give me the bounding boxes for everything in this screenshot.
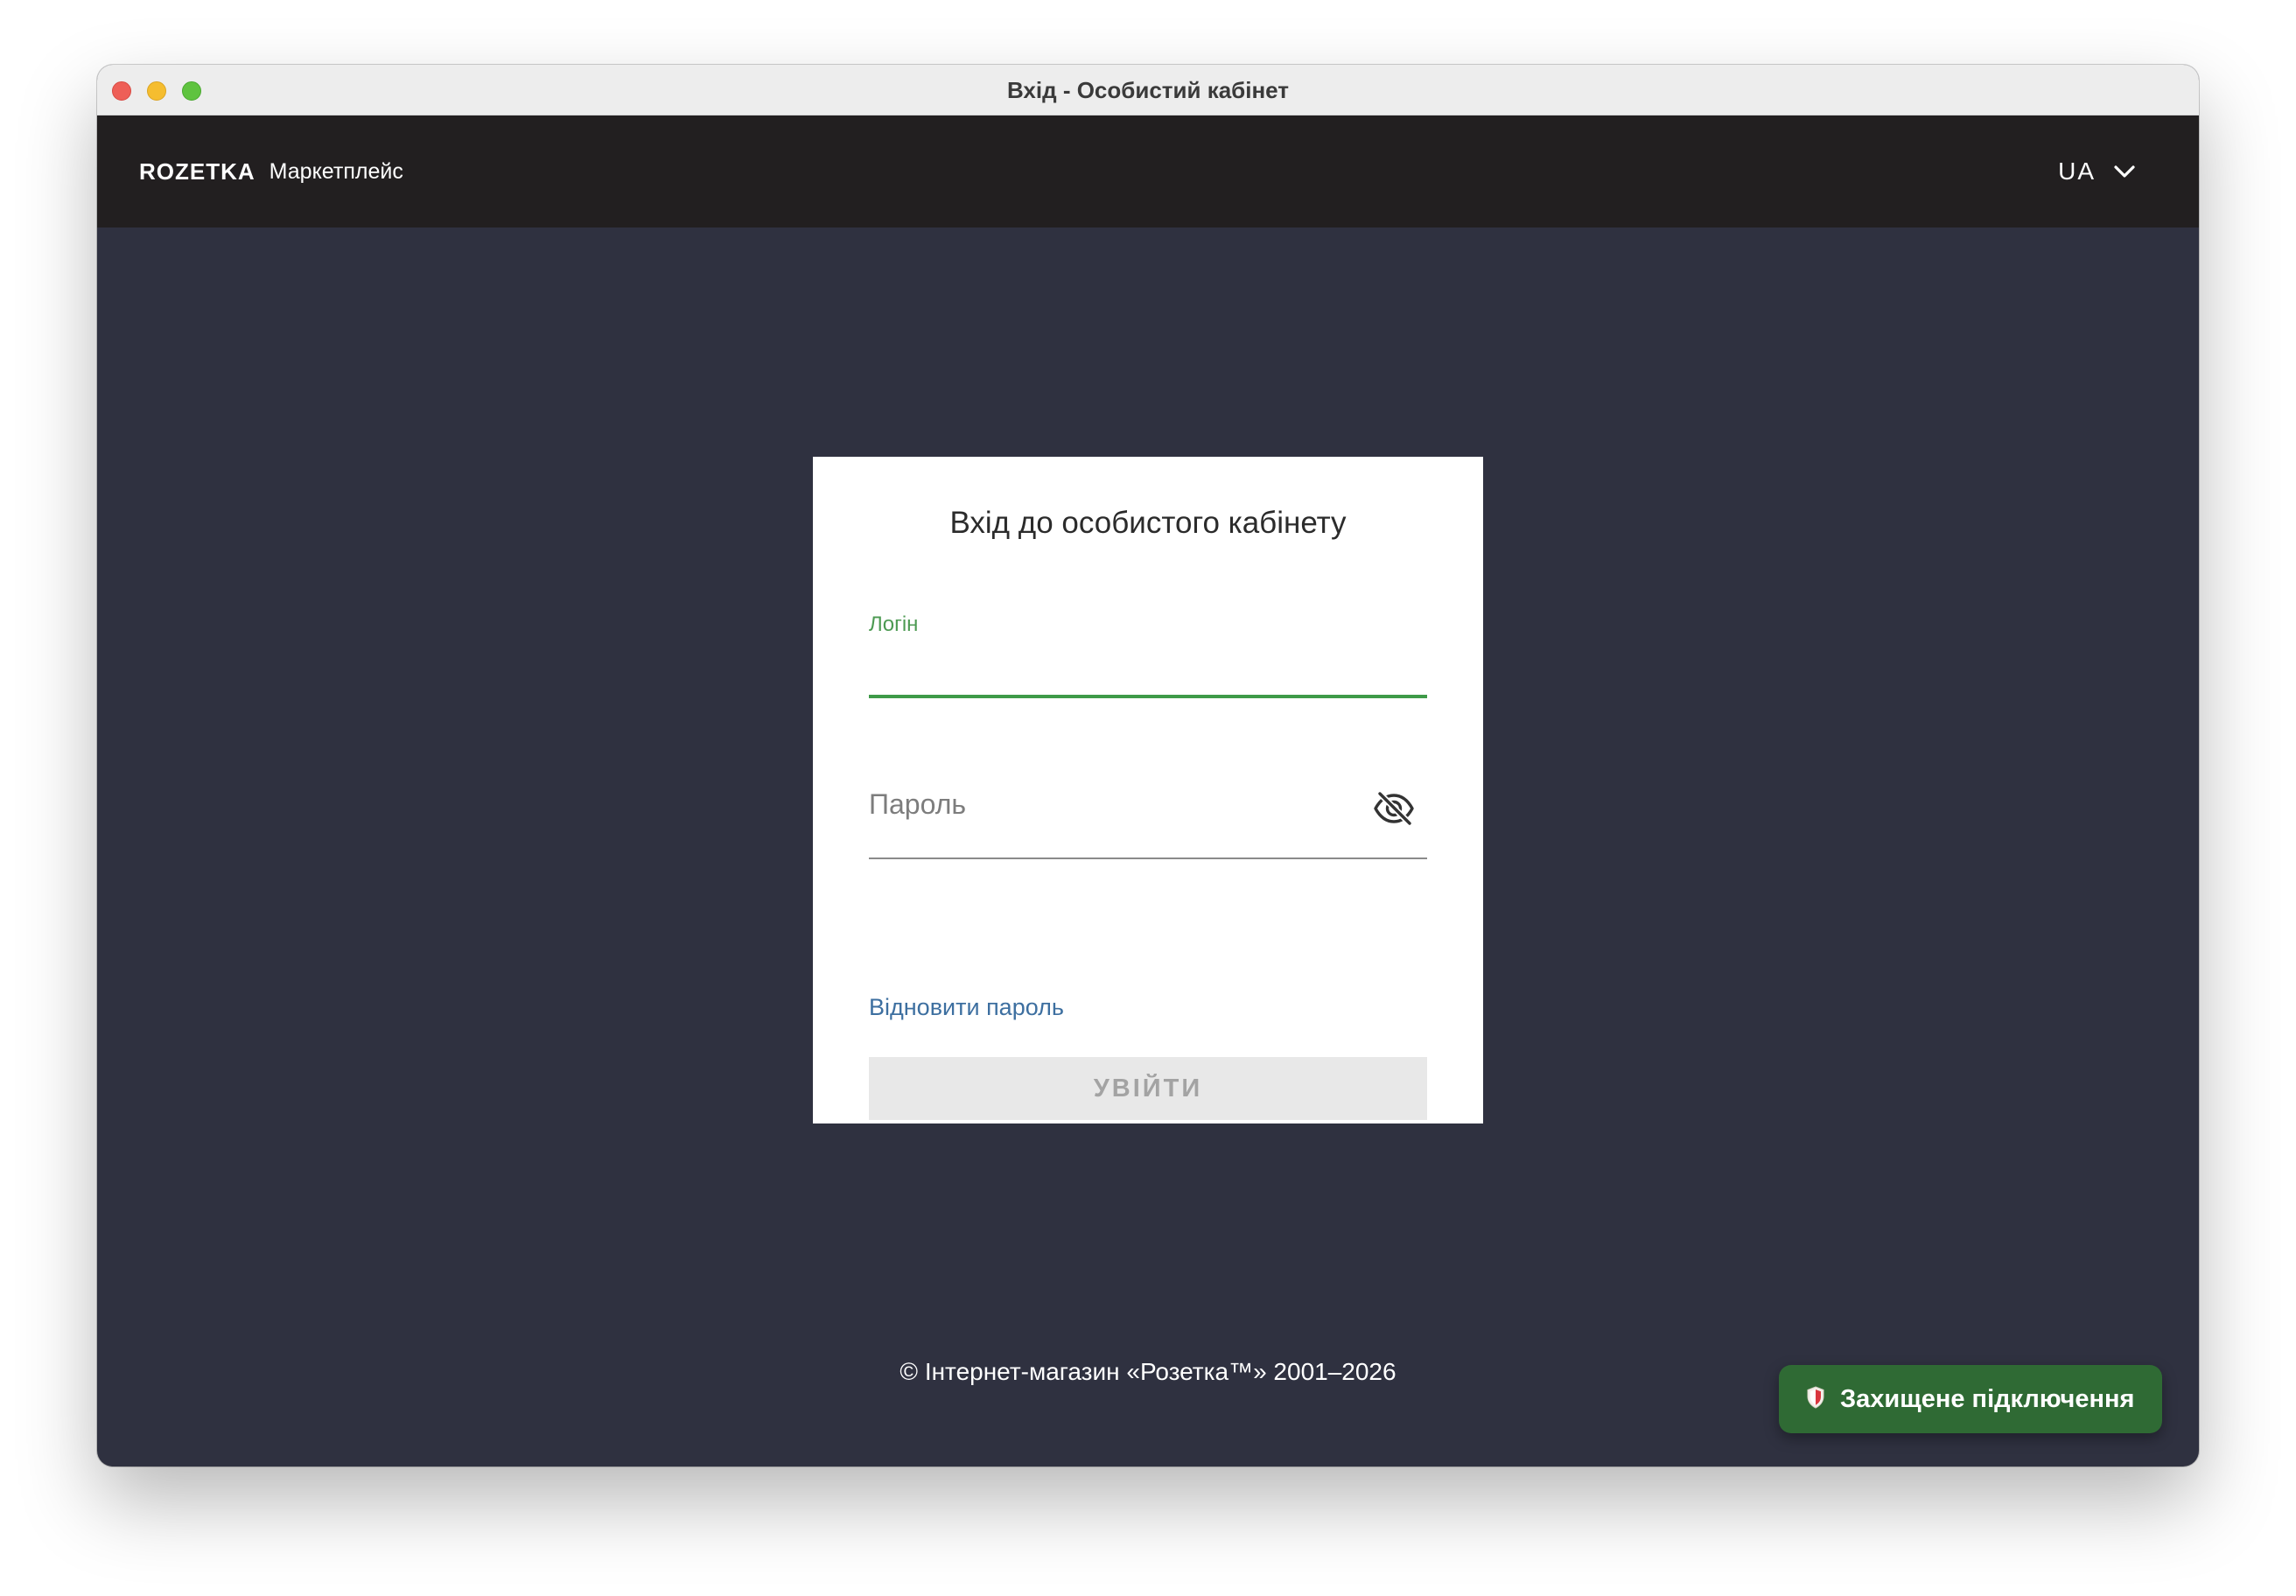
login-card: Вхід до особистого кабінету Логін Віднов…	[813, 457, 1483, 1124]
login-label: Логін	[869, 612, 919, 636]
brand-logo-link[interactable]: ROZETKA Маркетплейс	[139, 116, 403, 228]
marketplace-label: Маркетплейс	[269, 158, 403, 184]
top-navbar: ROZETKA Маркетплейс UA	[97, 116, 2199, 228]
shield-icon	[1807, 1385, 1824, 1413]
window-titlebar: Вхід - Особистий кабінет	[97, 65, 2199, 116]
password-input[interactable]	[869, 772, 1359, 836]
login-underline	[869, 695, 1427, 698]
login-card-title: Вхід до особистого кабінету	[949, 506, 1347, 540]
secure-connection-badge[interactable]: Захищене підключення	[1779, 1365, 2162, 1433]
password-underline	[869, 858, 1427, 859]
rozetka-logo: ROZETKA	[139, 158, 256, 185]
browser-window: Вхід - Особистий кабінет ROZETKA Маркетп…	[97, 65, 2199, 1466]
secure-connection-label: Захищене підключення	[1840, 1384, 2135, 1413]
restore-password-link[interactable]: Відновити пароль	[869, 994, 1064, 1021]
login-submit-button[interactable]: УВІЙТИ	[869, 1057, 1427, 1120]
language-selector[interactable]: UA	[2058, 116, 2136, 228]
language-label: UA	[2058, 158, 2096, 185]
password-field	[869, 772, 1427, 877]
chevron-down-icon	[2113, 164, 2136, 178]
window-title: Вхід - Особистий кабінет	[1006, 77, 1290, 103]
eye-off-icon[interactable]	[1373, 790, 1415, 827]
login-field: Логін	[869, 612, 1427, 723]
